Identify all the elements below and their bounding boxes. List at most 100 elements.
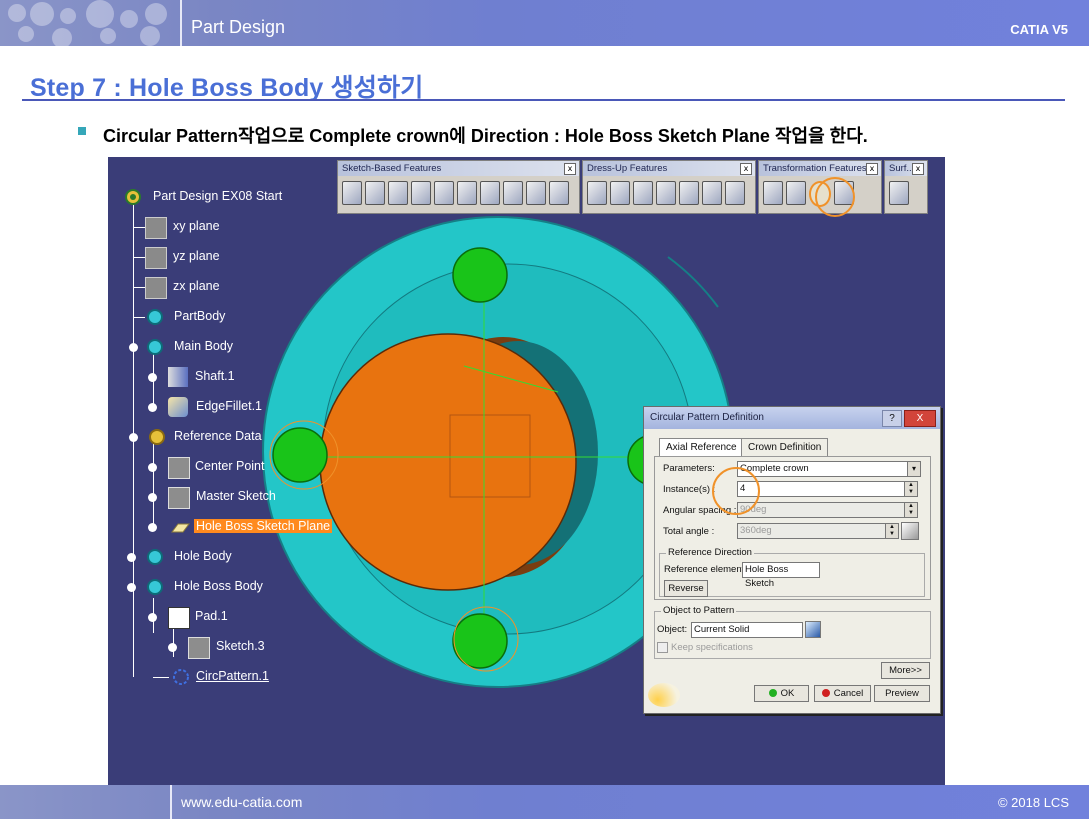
- header-brand: CATIA V5: [1010, 22, 1068, 37]
- reference-icon: [147, 427, 167, 447]
- reference-element-field[interactable]: Hole Boss Sketch: [742, 562, 820, 589]
- toolbar-icons: [763, 181, 854, 207]
- stepper-icon: ▲ ▼: [904, 502, 918, 518]
- help-button[interactable]: ?: [882, 410, 902, 427]
- toolbar-icons: [587, 181, 745, 207]
- close-icon[interactable]: x: [866, 163, 878, 175]
- total-angle-input: 360deg: [737, 523, 886, 539]
- expand-icon[interactable]: [148, 493, 157, 502]
- split-icon[interactable]: [889, 181, 909, 205]
- chamfer-icon[interactable]: [610, 181, 630, 205]
- expand-icon[interactable]: [168, 643, 177, 652]
- collapse-icon[interactable]: [129, 433, 138, 442]
- remove-loft-icon[interactable]: [549, 181, 569, 205]
- formula-icon[interactable]: [901, 522, 919, 540]
- chevron-down-icon[interactable]: ▾: [907, 461, 921, 477]
- toolbar-icons: [342, 181, 569, 207]
- loft-icon[interactable]: [526, 181, 546, 205]
- cancel-button[interactable]: Cancel: [814, 685, 871, 702]
- mirror-icon[interactable]: [786, 181, 806, 205]
- select-object-icon[interactable]: [805, 621, 821, 638]
- angular-spacing-input: 90deg: [737, 502, 906, 518]
- close-icon[interactable]: x: [740, 163, 752, 175]
- expand-icon[interactable]: [148, 523, 157, 532]
- stepper-icon: ▲ ▼: [885, 523, 899, 539]
- more-button[interactable]: More>>: [881, 662, 930, 679]
- collapse-icon[interactable]: [127, 583, 136, 592]
- stepper-icon[interactable]: ▲ ▼: [904, 481, 918, 497]
- collapse-icon[interactable]: [129, 343, 138, 352]
- title-divider: [22, 99, 1065, 101]
- pad-icon: [168, 607, 190, 629]
- reverse-button[interactable]: Reverse: [664, 580, 708, 597]
- toolbar-surface-based: Surf... x: [884, 160, 928, 214]
- shaft-icon[interactable]: [388, 181, 408, 205]
- sketch-icon: [168, 457, 190, 479]
- remove-face-icon[interactable]: [725, 181, 745, 205]
- toolbar-icons: [889, 181, 909, 207]
- pocket-icon[interactable]: [365, 181, 385, 205]
- object-to-pattern-group: Object to Pattern Object: Current Solid …: [654, 605, 931, 659]
- collapse-icon[interactable]: [148, 613, 157, 622]
- plane-icon: [145, 217, 167, 239]
- catia-logo: [648, 683, 680, 707]
- shaft-icon: [168, 367, 188, 387]
- pad-icon[interactable]: [342, 181, 362, 205]
- scaling-icon[interactable]: [834, 181, 854, 205]
- keep-specifications-checkbox[interactable]: [657, 642, 668, 653]
- expand-icon[interactable]: [148, 463, 157, 472]
- expand-icon[interactable]: [127, 553, 136, 562]
- sketch-icon: [168, 487, 190, 509]
- plane-icon: [170, 517, 190, 537]
- catia-viewport[interactable]: Part Design EX08 Start xy plane yz plane…: [108, 157, 945, 785]
- cancel-icon: [821, 689, 830, 697]
- tab-crown-definition[interactable]: Crown Definition: [741, 438, 829, 457]
- expand-icon[interactable]: [148, 403, 157, 412]
- reference-direction-group: Reference Direction Reference element: H…: [659, 547, 925, 597]
- gear-icon: [145, 547, 165, 567]
- sketch-icon: [188, 637, 210, 659]
- header-bar: Part Design CATIA V5: [0, 0, 1089, 46]
- axial-reference-panel: Parameters: Complete crown ▾ Instance(s)…: [654, 456, 931, 600]
- edge-fillet-icon: [168, 397, 188, 417]
- ok-button[interactable]: OK: [754, 685, 809, 702]
- thread-icon[interactable]: [702, 181, 722, 205]
- preview-button[interactable]: Preview: [874, 685, 930, 702]
- gear-icon: [145, 337, 165, 357]
- slot-icon[interactable]: [480, 181, 500, 205]
- shell-icon[interactable]: [656, 181, 676, 205]
- thickness-icon[interactable]: [679, 181, 699, 205]
- circular-pattern-dialog: Circular Pattern Definition ? X Axial Re…: [643, 406, 941, 714]
- close-icon[interactable]: x: [564, 163, 576, 175]
- toolbar-sketch-based-features: Sketch-Based Features x: [337, 160, 580, 214]
- circular-pattern-icon: [171, 667, 191, 687]
- gear-icon: [145, 307, 165, 327]
- footer-copyright: © 2018 LCS: [997, 795, 1069, 810]
- close-icon[interactable]: x: [912, 163, 924, 175]
- parameters-select[interactable]: Complete crown: [737, 461, 916, 477]
- header-title: Part Design: [191, 17, 286, 37]
- circular-pattern-icon[interactable]: [809, 181, 831, 207]
- toolbar-transformation-features: Transformation Features x: [758, 160, 882, 214]
- translation-icon[interactable]: [763, 181, 783, 205]
- expand-icon[interactable]: [148, 373, 157, 382]
- rib-icon[interactable]: [457, 181, 477, 205]
- footer-bar: www.edu-catia.com © 2018 LCS: [0, 785, 1089, 819]
- draft-icon[interactable]: [633, 181, 653, 205]
- dialog-titlebar: Circular Pattern Definition ? X: [644, 407, 940, 429]
- specification-tree[interactable]: Part Design EX08 Start xy plane yz plane…: [108, 157, 368, 717]
- boss-bottom: [452, 613, 508, 669]
- object-field[interactable]: Current Solid: [691, 622, 803, 638]
- tab-axial-reference[interactable]: Axial Reference: [659, 438, 744, 457]
- edge-fillet-icon[interactable]: [587, 181, 607, 205]
- bullet-text: Circular Pattern작업으로 Complete crown에 Dir…: [103, 126, 868, 146]
- instances-input[interactable]: 4: [737, 481, 906, 497]
- gear-icon: [123, 187, 143, 207]
- plane-icon: [145, 277, 167, 299]
- stiffener-icon[interactable]: [503, 181, 523, 205]
- close-button[interactable]: X: [904, 410, 936, 427]
- ok-icon: [768, 689, 777, 697]
- header-decoration: [0, 0, 190, 46]
- groove-icon[interactable]: [411, 181, 431, 205]
- hole-icon[interactable]: [434, 181, 454, 205]
